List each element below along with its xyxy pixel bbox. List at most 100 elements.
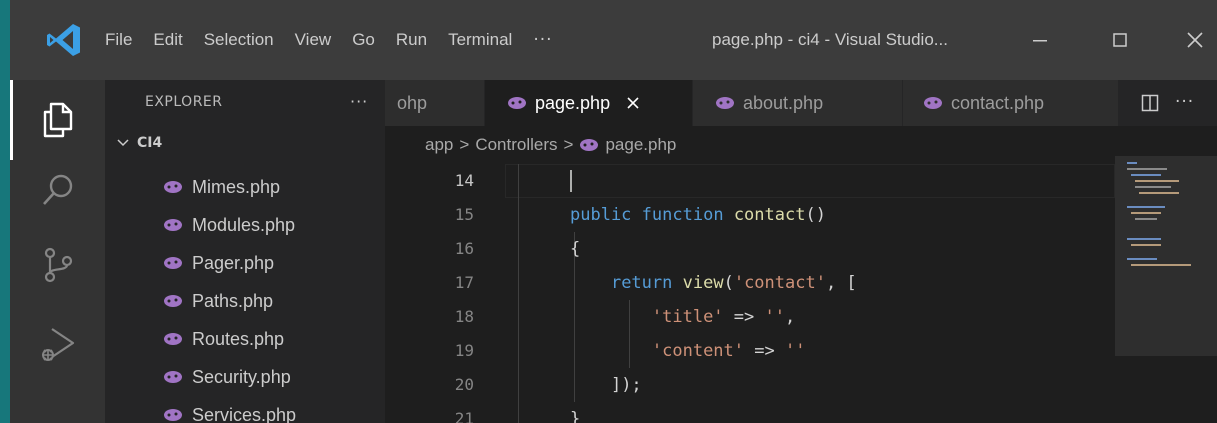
code-text: { [570,239,581,259]
maximize-button[interactable] [1095,0,1145,80]
minimap-line [1127,238,1161,240]
tab-label: about.php [743,92,824,113]
explorer-title: EXPLORER [145,94,223,110]
php-file-icon [164,295,182,307]
breadcrumb-separator: > [563,135,574,154]
php-file-icon [164,181,182,193]
activity-search[interactable] [10,150,105,230]
menu-run[interactable]: Run [396,30,427,50]
menu-bar: File Edit Selection View Go Run Terminal… [105,0,553,80]
menu-file[interactable]: File [105,30,132,50]
menu-selection[interactable]: Selection [204,30,274,50]
menu-go[interactable]: Go [352,30,375,50]
code-text: return view('contact', [ [610,273,857,293]
line-number: 17 [454,273,474,292]
code-line: 21 } [385,402,1115,423]
code-text: 'content' => '' [651,341,806,361]
explorer-more-button[interactable]: ··· [350,80,368,124]
maximize-icon [1113,33,1127,47]
file-item[interactable]: Security.php [105,358,385,396]
minimize-button[interactable] [1015,0,1065,80]
activity-run-debug[interactable] [10,305,105,385]
minimap-line [1131,212,1161,214]
breadcrumb-controllers[interactable]: Controllers [475,135,557,155]
code-line: 15 public function contact() [385,198,1115,232]
file-item[interactable]: Mimes.php [105,168,385,206]
split-editor-icon[interactable] [1141,94,1159,112]
file-label: Paths.php [192,290,274,311]
file-list: Mimes.php Modules.php Pager.php Paths.ph… [105,168,385,423]
explorer-sidebar: EXPLORER ··· CI4 Mimes.php Modules.php P… [105,80,385,423]
activity-bar [10,80,105,423]
php-file-icon [164,409,182,421]
file-item[interactable]: Paths.php [105,282,385,320]
menu-more-button[interactable]: ··· [533,30,552,50]
file-item[interactable]: Pager.php [105,244,385,282]
code-line: 14 [385,164,1115,198]
minimap-line [1131,174,1161,176]
close-icon [1187,32,1203,48]
source-control-icon [44,247,72,283]
code-line: 17 return view('contact', [ [385,266,1115,300]
tab-contact-php[interactable]: contact.php [903,80,1119,126]
line-number: 18 [454,307,474,326]
breadcrumb-separator: > [459,135,470,154]
menu-edit[interactable]: Edit [153,30,182,50]
line-number: 16 [454,239,474,258]
menu-view[interactable]: View [295,30,332,50]
php-file-icon [580,139,599,151]
tab-label: page.php [535,92,611,113]
minimap-line [1139,192,1179,194]
code-editor[interactable]: 14 15 public function contact() 16 { 17 … [385,164,1115,423]
minimap-line [1127,168,1167,170]
file-item[interactable]: Services.php [105,396,385,423]
php-file-icon [164,371,182,383]
file-item[interactable]: Modules.php [105,206,385,244]
text-cursor [570,170,572,192]
line-number: 21 [454,409,474,423]
activity-source-control[interactable] [10,225,105,305]
code-line: 20 ]); [385,368,1115,402]
code-text: } [570,409,581,423]
file-label: Pager.php [192,252,275,273]
code-line: 18 'title' => '', [385,300,1115,334]
minimap-line [1127,162,1137,164]
files-icon [43,102,72,138]
tabs-more-button[interactable]: ··· [1175,80,1194,126]
close-window-button[interactable] [1170,0,1217,80]
line-number: 15 [454,205,474,224]
menu-terminal[interactable]: Terminal [448,30,512,50]
breadcrumb-app[interactable]: app [425,135,453,155]
activity-explorer[interactable] [10,80,105,160]
file-label: Modules.php [192,214,296,235]
breadcrumb-file[interactable]: page.php [605,135,676,155]
minimap-line [1131,264,1191,266]
vscode-logo-icon[interactable] [44,20,84,60]
folder-ci4[interactable]: CI4 [105,130,385,156]
php-file-icon [924,97,942,109]
window-title: page.php - ci4 - Visual Studio... [712,30,948,49]
file-label: Mimes.php [192,176,281,197]
minimap-line [1127,206,1165,208]
code-text: public function contact() [570,205,826,225]
active-indicator [10,80,13,160]
title-bar: File Edit Selection View Go Run Terminal… [10,0,1217,80]
minimap-line [1135,186,1171,188]
tab-partial[interactable]: ohp [385,80,485,126]
file-label: Services.php [192,404,297,423]
chevron-down-icon [117,139,129,147]
tab-label: contact.php [951,92,1045,113]
php-file-icon [164,333,182,345]
minimap-line [1135,218,1157,220]
breadcrumb: app > Controllers > page.php [385,126,1115,164]
file-item[interactable]: Routes.php [105,320,385,358]
line-number: 19 [454,341,474,360]
close-icon[interactable] [626,96,640,110]
php-file-icon [508,97,526,109]
minimize-icon [1033,40,1047,42]
minimap[interactable] [1115,126,1217,423]
tab-page-php[interactable]: page.php [485,80,693,126]
tab-bar: ohp page.php about.php contact.php ··· [385,80,1217,126]
code-line: 16 { [385,232,1115,266]
tab-about-php[interactable]: about.php [693,80,903,126]
